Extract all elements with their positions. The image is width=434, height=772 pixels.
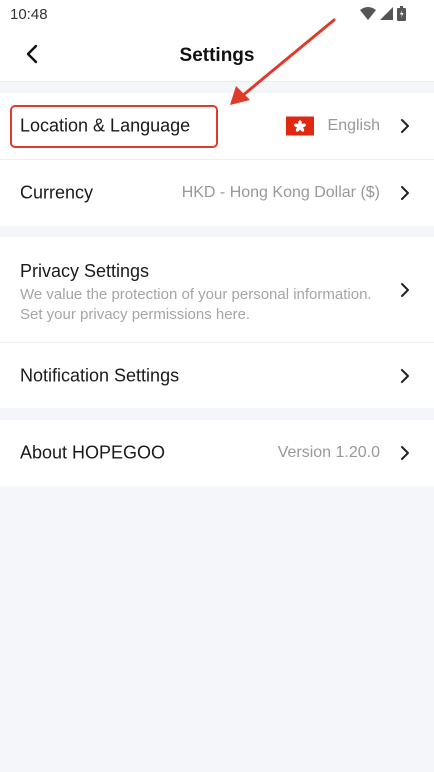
currency-label: Currency (20, 182, 94, 203)
page-title: Settings (179, 45, 255, 66)
about-label: About HOPEGOO (20, 442, 166, 463)
notification-settings-row[interactable]: Notification Settings (0, 342, 434, 408)
version-value: Version 1.20.0 (277, 444, 380, 461)
currency-row[interactable]: Currency HKD - Hong Kong Dollar ($) (0, 159, 434, 226)
location-language-label: Location & Language (20, 115, 191, 136)
settings-group-about: About HOPEGOO Version 1.20.0 (0, 420, 434, 486)
settings-group-region: Location & Language English Currency HKD… (0, 93, 434, 226)
chevron-right-icon (398, 368, 412, 384)
hong-kong-flag-icon (286, 116, 314, 136)
chevron-right-icon (398, 282, 412, 298)
privacy-settings-description: We value the protection of your personal… (20, 286, 372, 323)
chevron-right-icon (398, 445, 412, 461)
about-row[interactable]: About HOPEGOO Version 1.20.0 (0, 420, 434, 486)
battery-icon (397, 6, 406, 26)
privacy-settings-row[interactable]: Privacy Settings We value the protection… (0, 237, 434, 342)
status-time: 10:48 (10, 6, 48, 23)
wifi-icon (360, 7, 376, 25)
language-value: English (327, 117, 380, 134)
chevron-right-icon (398, 118, 412, 134)
location-language-row[interactable]: Location & Language English (0, 93, 434, 159)
status-bar: 10:48 (0, 0, 434, 30)
privacy-settings-label: Privacy Settings (20, 261, 150, 281)
app-header: Settings (0, 30, 434, 82)
notification-settings-label: Notification Settings (20, 365, 180, 385)
signal-icon (380, 7, 393, 25)
currency-value: HKD - Hong Kong Dollar ($) (181, 184, 380, 201)
settings-group-preferences: Privacy Settings We value the protection… (0, 237, 434, 408)
chevron-right-icon (398, 185, 412, 201)
status-icons (360, 6, 406, 26)
